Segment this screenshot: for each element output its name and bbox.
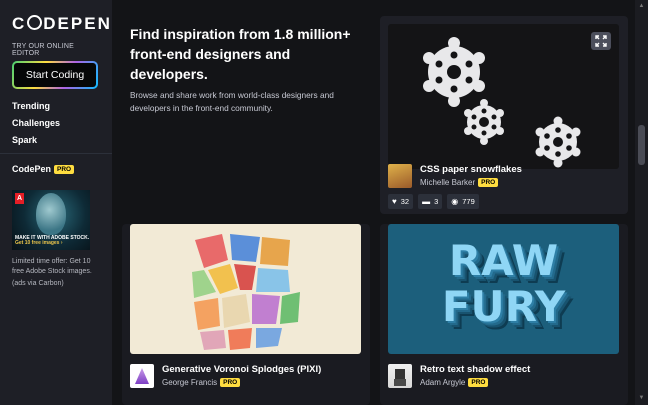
pen-author[interactable]: Michelle Barker PRO (420, 178, 522, 187)
pro-badge: PRO (220, 378, 241, 387)
ad-portrait (36, 193, 66, 235)
hero-title: Find inspiration from 1.8 million+ front… (130, 26, 351, 82)
pro-badge: PRO (468, 378, 489, 387)
pen-author[interactable]: George Francis PRO (162, 378, 321, 387)
page-scrollbar[interactable]: ▲ ▼ (635, 0, 648, 405)
ad-image-caption: MAKE IT WITH ADOBE STOCK. Get 10 free im… (15, 234, 90, 247)
avatar[interactable] (388, 364, 412, 388)
start-coding-button[interactable]: Start Coding (12, 61, 98, 89)
snowflakes-art (423, 37, 581, 168)
pen-title[interactable]: Retro text shadow effect (420, 364, 530, 375)
comments-button[interactable]: ▬ 3 (418, 194, 443, 209)
nav-item-challenges[interactable]: Challenges (12, 118, 100, 128)
comment-icon: ▬ (422, 197, 431, 206)
pen-preview-voronoi[interactable] (130, 224, 361, 354)
sidebar: C DEPEN TRY OUR ONLINE EDITOR Start Codin… (0, 0, 112, 405)
logo-ring-icon (27, 15, 43, 30)
pen-preview-snowflakes[interactable] (388, 24, 619, 169)
avatar[interactable] (130, 364, 154, 388)
pen-preview-retro-text[interactable]: RAW FURY (388, 224, 619, 354)
pen-info-retro-text: Retro text shadow effect Adam Argyle PRO (388, 364, 530, 388)
ad-note[interactable]: (ads via Carbon) (12, 280, 100, 287)
hero-subtitle: Browse and share work from world-class d… (130, 90, 334, 113)
pro-badge: PRO (54, 164, 75, 174)
codepen-pro-link[interactable]: CodePen PRO (12, 164, 100, 174)
avatar[interactable] (388, 164, 412, 188)
pen-info-snowflakes: CSS paper snowflakes Michelle Barker PRO (388, 164, 522, 188)
pen-card-voronoi: Generative Voronoi Splodges (PIXI) Georg… (122, 224, 370, 405)
expand-icon[interactable] (591, 32, 611, 50)
raw-fury-art: RAW FURY (441, 236, 566, 331)
scroll-up-icon[interactable]: ▲ (638, 3, 645, 10)
pen-info-voronoi: Generative Voronoi Splodges (PIXI) Georg… (130, 364, 321, 388)
nav-item-trending[interactable]: Trending (12, 101, 100, 111)
pro-badge: PRO (478, 178, 499, 187)
sidebar-divider (0, 153, 112, 154)
pen-title[interactable]: CSS paper snowflakes (420, 164, 522, 175)
adobe-logo-icon: A (15, 193, 24, 204)
try-editor-label: TRY OUR ONLINE EDITOR (12, 43, 75, 57)
pen-title[interactable]: Generative Voronoi Splodges (PIXI) (162, 364, 321, 375)
sidebar-nav: Trending Challenges Spark (12, 101, 100, 145)
like-button[interactable]: ♥ 32 (388, 194, 414, 209)
ad-copy[interactable]: Limited time offer: Get 10 free Adobe St… (12, 257, 100, 277)
pen-stats: ♥ 32 ▬ 3 ◉ 779 (388, 194, 479, 209)
pen-author[interactable]: Adam Argyle PRO (420, 378, 530, 387)
heart-icon: ♥ (392, 197, 397, 206)
scroll-down-icon[interactable]: ▼ (638, 395, 645, 402)
nav-item-spark[interactable]: Spark (12, 135, 100, 145)
scrollbar-thumb[interactable] (638, 125, 645, 165)
pen-card-retro-text: RAW FURY Retro text shadow effect Adam A… (380, 224, 628, 405)
ad-image[interactable]: A MAKE IT WITH ADOBE STOCK. Get 10 free … (12, 190, 90, 250)
eye-icon: ◉ (451, 197, 459, 206)
codepen-logo[interactable]: C DEPEN (12, 14, 110, 34)
codepen-pro-label: CodePen (12, 164, 52, 174)
voronoi-art (192, 234, 300, 350)
views-button[interactable]: ◉ 779 (447, 194, 479, 209)
pen-card-snowflakes: CSS paper snowflakes Michelle Barker PRO… (380, 16, 628, 214)
